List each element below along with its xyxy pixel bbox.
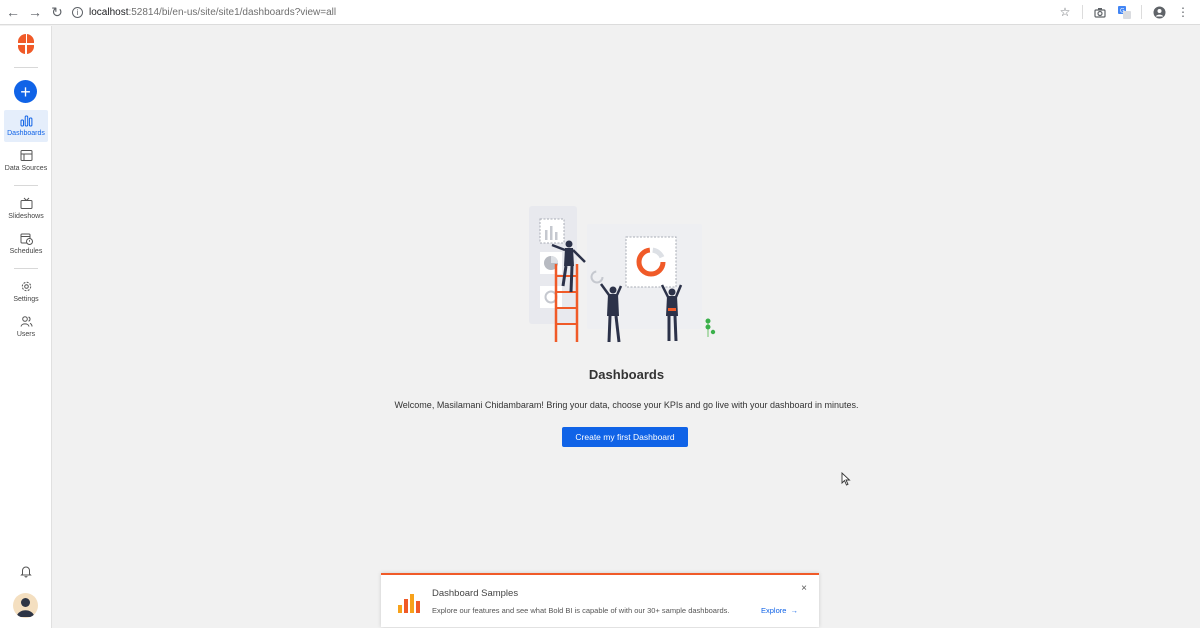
bar-chart-icon <box>20 115 32 127</box>
camera-icon[interactable] <box>1093 4 1107 20</box>
more-menu-icon[interactable]: ⋮ <box>1176 4 1190 20</box>
sidebar-item-label: Schedules <box>9 248 43 255</box>
sidebar-item-label: Users <box>16 331 36 338</box>
sample-chart-icon <box>398 594 420 613</box>
calendar-clock-icon <box>20 233 33 245</box>
url-host: localhost <box>89 6 129 18</box>
toolbar-divider <box>1141 5 1142 19</box>
sidebar-item-label: Slideshows <box>8 213 44 220</box>
plus-icon: + <box>20 81 31 102</box>
close-icon[interactable]: × <box>801 583 807 594</box>
sidebar-item-schedules[interactable]: Schedules <box>4 228 48 260</box>
page-title: Dashboards <box>588 367 665 382</box>
forward-icon[interactable]: → <box>26 3 44 21</box>
browser-toolbar: ← → ↻ i localhost:52814/bi/en-us/site/si… <box>0 0 1200 25</box>
users-icon <box>20 316 32 327</box>
translate-icon[interactable]: G <box>1117 4 1131 20</box>
tv-icon <box>20 197 32 209</box>
sidebar-divider <box>14 185 38 186</box>
sidebar: + Dashboards Data Sources Slideshows Sch… <box>0 26 52 628</box>
main-content: Dashboards Welcome, Masilamani Chidambar… <box>53 26 1200 628</box>
url-path: :52814/bi/en-us/site/site1/dashboards?vi… <box>128 6 337 18</box>
add-button[interactable]: + <box>14 80 37 103</box>
avatar[interactable] <box>13 593 38 618</box>
bold-bi-logo[interactable] <box>15 33 37 55</box>
profile-icon[interactable] <box>1152 4 1166 20</box>
dashboard-illustration <box>529 206 716 343</box>
banner-title: Dashboard Samples <box>432 588 519 599</box>
star-icon[interactable]: ☆ <box>1058 4 1072 20</box>
svg-text:G: G <box>1120 8 1125 14</box>
arrow-right-icon: → <box>790 606 798 615</box>
sidebar-item-dashboards[interactable]: Dashboards <box>4 110 48 142</box>
back-icon[interactable]: ← <box>4 3 22 21</box>
reload-icon[interactable]: ↻ <box>48 3 66 21</box>
create-dashboard-button[interactable]: Create my first Dashboard <box>562 427 688 447</box>
info-icon[interactable]: i <box>72 6 83 18</box>
address-bar[interactable]: i localhost:52814/bi/en-us/site/site1/da… <box>72 6 337 18</box>
toolbar-divider <box>1082 5 1083 19</box>
user-avatar-icon <box>16 598 35 617</box>
mouse-cursor-icon <box>841 472 851 486</box>
sidebar-item-slideshows[interactable]: Slideshows <box>4 193 48 225</box>
gear-icon <box>21 281 31 292</box>
data-source-icon <box>20 150 32 161</box>
sidebar-item-label: Data Sources <box>4 165 48 172</box>
dashboard-samples-banner: Dashboard Samples Explore our features a… <box>381 573 819 627</box>
banner-description: Explore our features and see what Bold B… <box>432 606 730 615</box>
sidebar-item-label: Settings <box>13 296 39 303</box>
sidebar-item-data-sources[interactable]: Data Sources <box>4 145 48 177</box>
explore-label: Explore <box>761 606 787 615</box>
bell-icon[interactable] <box>19 564 33 578</box>
sidebar-item-settings[interactable]: Settings <box>4 276 48 308</box>
sidebar-item-label: Dashboards <box>7 130 45 137</box>
sidebar-item-users[interactable]: Users <box>4 311 48 343</box>
sidebar-divider <box>14 67 38 68</box>
sidebar-divider <box>14 268 38 269</box>
explore-link[interactable]: Explore → <box>761 606 798 615</box>
welcome-message: Welcome, Masilamani Chidambaram! Bring y… <box>394 400 859 410</box>
